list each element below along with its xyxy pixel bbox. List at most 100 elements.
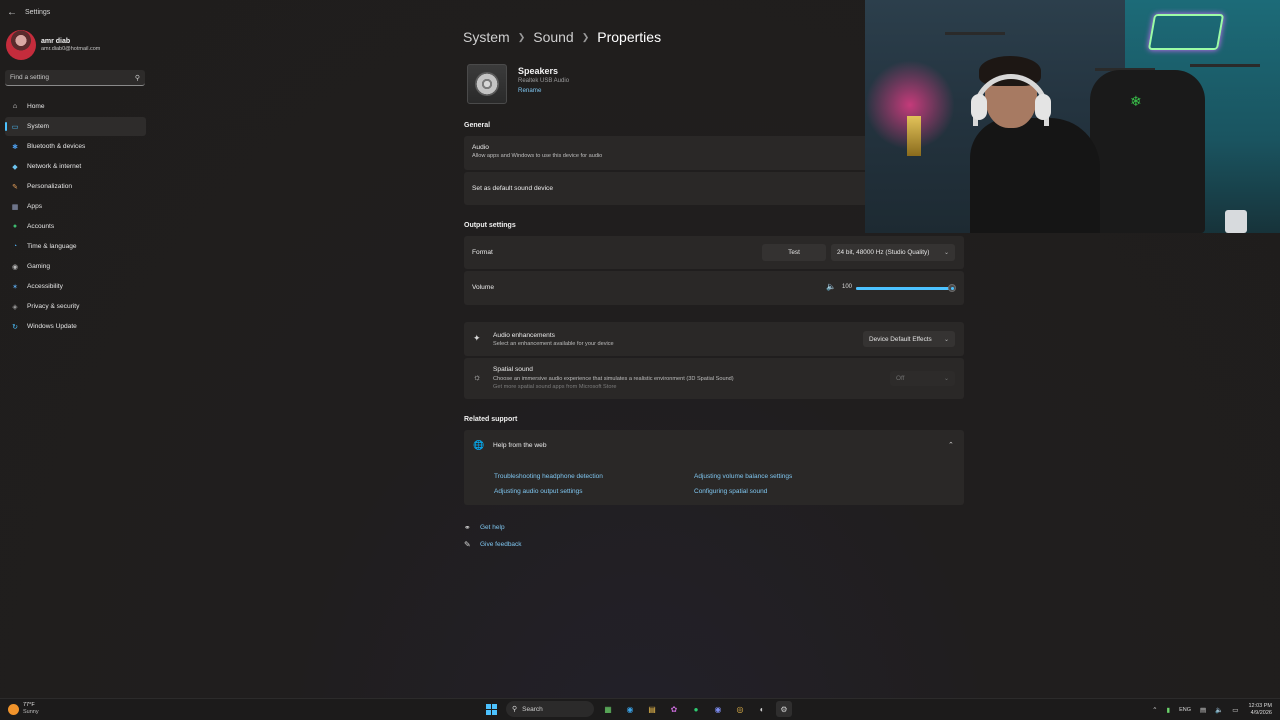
webcam-overlay: ❄ [865,0,1280,233]
sidebar-item-label: System [27,123,49,130]
help-title[interactable]: Help from the web [493,442,547,449]
audio-enhancements-row: ✦ Audio enhancements Select an enhanceme… [464,322,964,356]
user-profile[interactable]: amr diab amr.diab0@hotmail.com [6,30,146,60]
spatial-title: Spatial sound [493,366,533,373]
avatar[interactable] [6,30,36,60]
volume-slider[interactable] [856,284,956,292]
device-subtitle: Realtek USB Audio [518,78,570,84]
obs-icon[interactable]: ◐ [754,701,770,717]
link-spatial-sound[interactable]: Configuring spatial sound [694,488,767,495]
clock-time: 12:03 PM [1248,703,1272,709]
spatial-dropdown[interactable]: Off ⌄ [890,371,955,386]
bluetooth-icon: ✱ [12,143,18,151]
device-name: Speakers [518,66,559,76]
volume-icon[interactable]: 🔈 [1215,706,1223,714]
enhancements-title: Audio enhancements [493,332,555,339]
brush-icon: ✎ [12,183,18,191]
search-input[interactable]: Find a setting ⚲ [5,70,145,86]
spatial-audio-icon: ☼ [473,372,482,382]
sidebar-item-time-language[interactable]: ◔ Time & language [5,237,146,256]
network-icon[interactable]: ▤ [1200,706,1206,714]
sparkle-icon: ✦ [473,333,481,343]
file-explorer-icon[interactable]: ▤ [644,701,660,717]
gaming-chair [1090,70,1205,233]
format-row: Format Test 24 bit, 48000 Hz (Studio Qua… [464,236,964,269]
battery-icon[interactable]: ▭ [1232,706,1238,714]
chevron-up-icon[interactable]: ⌃ [1152,706,1157,714]
sidebar-item-gaming[interactable]: ◉ Gaming [5,257,146,276]
sidebar-item-privacy-security[interactable]: ◈ Privacy & security [5,297,146,316]
sidebar-item-windows-update[interactable]: ↻ Windows Update [5,317,146,336]
section-output: Output settings [464,222,516,229]
format-dropdown[interactable]: 24 bit, 48000 Hz (Studio Quality) ⌄ [831,244,955,261]
back-arrow-icon[interactable]: ← [3,3,21,21]
sidebar-item-label: Accounts [27,223,55,230]
user-email: amr.diab0@hotmail.com [41,46,101,52]
chevron-right-icon: ❯ [517,31,526,42]
search-icon[interactable]: ⚲ [135,74,140,82]
enhancements-dropdown[interactable]: Device Default Effects ⌄ [863,331,955,347]
set-default-label: Set as default sound device [472,185,554,192]
rename-link[interactable]: Rename [518,87,569,94]
sidebar-item-personalization[interactable]: ✎ Personalization [5,177,146,196]
sidebar-item-label: Bluetooth & devices [27,143,86,150]
chevron-up-icon[interactable]: ⌃ [948,441,954,449]
give-feedback-link[interactable]: ✎ Give feedback [464,540,522,549]
sidebar-item-home[interactable]: ⌂ Home [5,97,146,116]
chevron-down-icon: ⌄ [943,336,949,343]
taskbar: 77°F Sunny ⚲ Search ▦ ◉ ▤ ✿ ● ◉ ◎ ◐ ⚙ ⌃ … [0,698,1280,720]
weather-widget[interactable]: 77°F Sunny [8,702,39,716]
chrome-icon[interactable]: ◎ [732,701,748,717]
weather-cond: Sunny [23,709,39,715]
feedback-icon: ✎ [464,540,471,549]
trophy [907,116,921,156]
spatial-desc: Choose an immersive audio experience tha… [493,376,734,382]
clock[interactable]: 12:03 PM 4/9/2026 [1248,703,1272,717]
edge-icon[interactable]: ◉ [622,701,638,717]
volume-row: Volume 🔈 100 [464,271,964,305]
discord-icon[interactable]: ◉ [710,701,726,717]
taskbar-apps: ⚲ Search ▦ ◉ ▤ ✿ ● ◉ ◎ ◐ ⚙ [486,701,792,717]
sidebar-item-accessibility[interactable]: ✶ Accessibility [5,277,146,296]
audio-title: Audio [472,144,489,151]
razer-logo-icon: ❄ [1130,93,1142,109]
sidebar-item-network-internet[interactable]: ◆ Network & internet [5,157,146,176]
globe-icon: 🌐 [473,440,485,450]
link-audio-output[interactable]: Adjusting audio output settings [494,488,583,495]
spatial-sound-row: ☼ Spatial sound Choose an immersive audi… [464,358,964,399]
gaming-icon: ◉ [11,263,19,271]
spotify-icon[interactable]: ● [688,701,704,717]
settings-gear-icon[interactable]: ⚙ [776,701,792,717]
search-icon: ⚲ [512,706,518,713]
breadcrumb-sound[interactable]: Sound [533,29,573,45]
breadcrumb-system[interactable]: System [463,29,510,45]
widgets-icon[interactable]: ▦ [600,701,616,717]
sidebar-item-label: Network & internet [27,163,82,170]
accounts-icon: ● [12,223,18,230]
volume-slider-fill [856,287,952,290]
sidebar-item-bluetooth-devices[interactable]: ✱ Bluetooth & devices [5,137,146,156]
get-help-link[interactable]: ⚭ Get help [464,523,505,532]
link-troubleshooting-headphone[interactable]: Troubleshooting headphone detection [494,473,603,480]
test-button[interactable]: Test [762,244,826,261]
sidebar-item-accounts[interactable]: ● Accounts [5,217,146,236]
enhancements-desc: Select an enhancement available for your… [493,341,614,347]
system-tray: ⌃ ▮ ENG ▤ 🔈 ▭ 12:03 PM 4/9/2026 [1143,701,1272,719]
globe-clock-icon: ◔ [12,243,18,250]
link-volume-balance[interactable]: Adjusting volume balance settings [694,473,792,480]
taskbar-search[interactable]: ⚲ Search [506,701,594,717]
spatial-store-link[interactable]: Get more spatial sound apps from Microso… [493,384,616,390]
get-help-label: Get help [480,524,505,531]
volume-slider-thumb[interactable] [948,284,956,292]
sun-icon [8,703,19,715]
windows-start-icon[interactable] [486,703,497,715]
sidebar-item-apps[interactable]: ▦ Apps [5,197,146,216]
speaker-icon [467,64,507,104]
volume-speaker-icon[interactable]: 🔈 [826,282,836,291]
nvidia-icon[interactable]: ▮ [1167,706,1171,714]
sidebar-item-system[interactable]: ▭ System [5,117,146,136]
clock-date: 4/9/2026 [1250,710,1272,716]
language-indicator[interactable]: ENG [1179,707,1191,713]
user-name: amr diab [41,38,71,45]
copilot-icon[interactable]: ✿ [666,701,682,717]
